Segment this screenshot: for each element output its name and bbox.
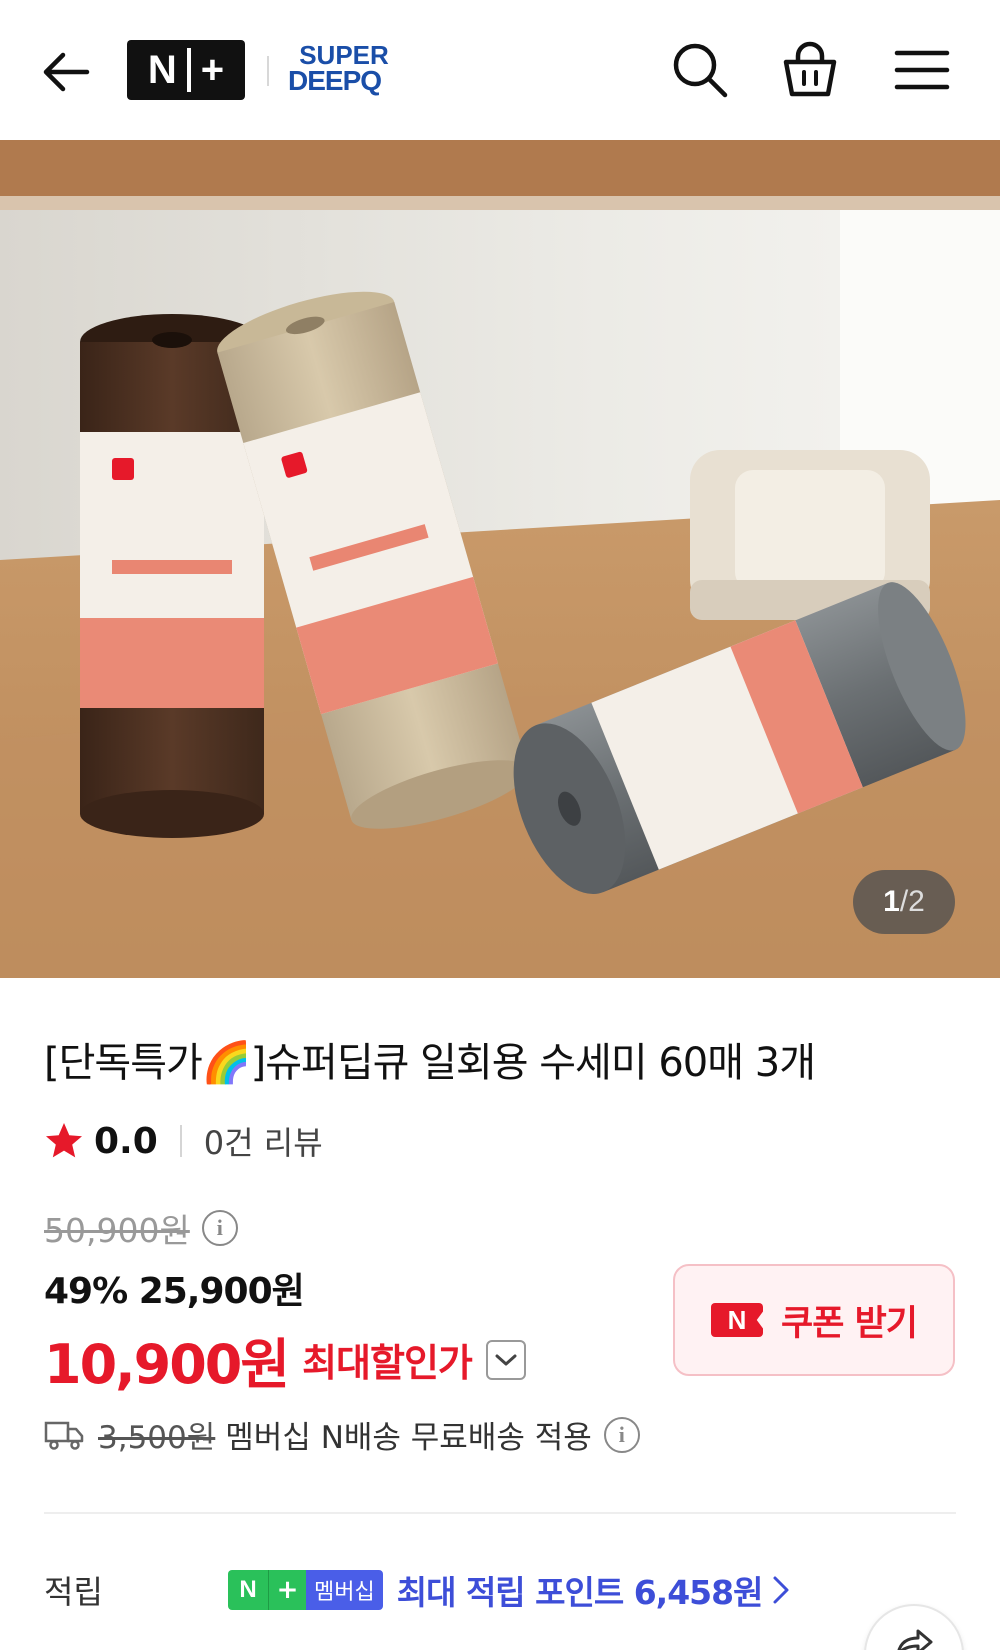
- coupon-label: 쿠폰 받기: [781, 1303, 918, 1344]
- shipping-info-icon[interactable]: i: [603, 1416, 640, 1453]
- max-points-text: 최대 적립 포인트 6,458원: [396, 1573, 764, 1612]
- product-photo: [0, 140, 1000, 978]
- review-count-link[interactable]: 0건 리뷰: [204, 1118, 323, 1164]
- points-label: 적립: [44, 1573, 103, 1611]
- share-icon: [897, 1629, 933, 1650]
- menu-icon: [894, 50, 950, 90]
- star-icon: [46, 1123, 82, 1158]
- search-button[interactable]: [668, 38, 732, 102]
- rating-row: 0.0 0건 리뷰: [44, 1116, 323, 1166]
- membership-badge: N + 멤버십: [228, 1570, 383, 1610]
- shipping-text: 멤버십 N배송 무료배송 적용: [225, 1420, 592, 1456]
- final-price-label: 최대할인가: [302, 1341, 473, 1385]
- chevron-right-icon: [773, 1576, 789, 1604]
- coupon-button[interactable]: N 쿠폰 받기: [673, 1264, 955, 1376]
- original-shipping-fee: 3,500원: [98, 1420, 216, 1456]
- price-detail-toggle[interactable]: [485, 1339, 526, 1380]
- cart-button[interactable]: [778, 38, 842, 102]
- menu-button[interactable]: [890, 38, 954, 102]
- search-icon: [673, 43, 728, 98]
- final-price-row: 10,900원 최대할인가: [44, 1320, 526, 1399]
- chevron-down-icon: [495, 1354, 517, 1365]
- product-title: [단독특가🌈]슈퍼딥큐 일회용 수세미 60매 3개: [44, 1040, 816, 1086]
- truck-icon: [44, 1421, 84, 1450]
- shipping-row: 3,500원 멤버십 N배송 무료배송 적용 i: [44, 1412, 640, 1457]
- discount-price: 49% 25,900원: [44, 1271, 305, 1312]
- section-divider: [44, 1512, 956, 1514]
- back-arrow-icon: [43, 52, 90, 92]
- shopping-bag-icon: [783, 41, 837, 97]
- top-header: N + SUPER DEEPQ: [0, 0, 1000, 140]
- naver-coupon-badge: N: [711, 1303, 763, 1337]
- naver-plus-logo[interactable]: N +: [127, 40, 245, 100]
- brand-logo[interactable]: SUPER DEEPQ: [288, 42, 408, 98]
- product-image-carousel[interactable]: 1 / 2: [0, 140, 1000, 978]
- rating-score: 0.0: [94, 1120, 158, 1162]
- image-counter: 1 / 2: [853, 870, 955, 934]
- original-price-row: 50,900원 i: [44, 1204, 238, 1252]
- info-icon[interactable]: i: [201, 1210, 238, 1246]
- back-button[interactable]: [38, 44, 94, 100]
- points-row[interactable]: 적립 N + 멤버십 최대 적립 포인트 6,458원: [44, 1560, 956, 1620]
- original-price: 50,900원: [44, 1211, 190, 1250]
- logo-divider: [267, 56, 269, 86]
- final-price: 10,900원: [44, 1333, 290, 1396]
